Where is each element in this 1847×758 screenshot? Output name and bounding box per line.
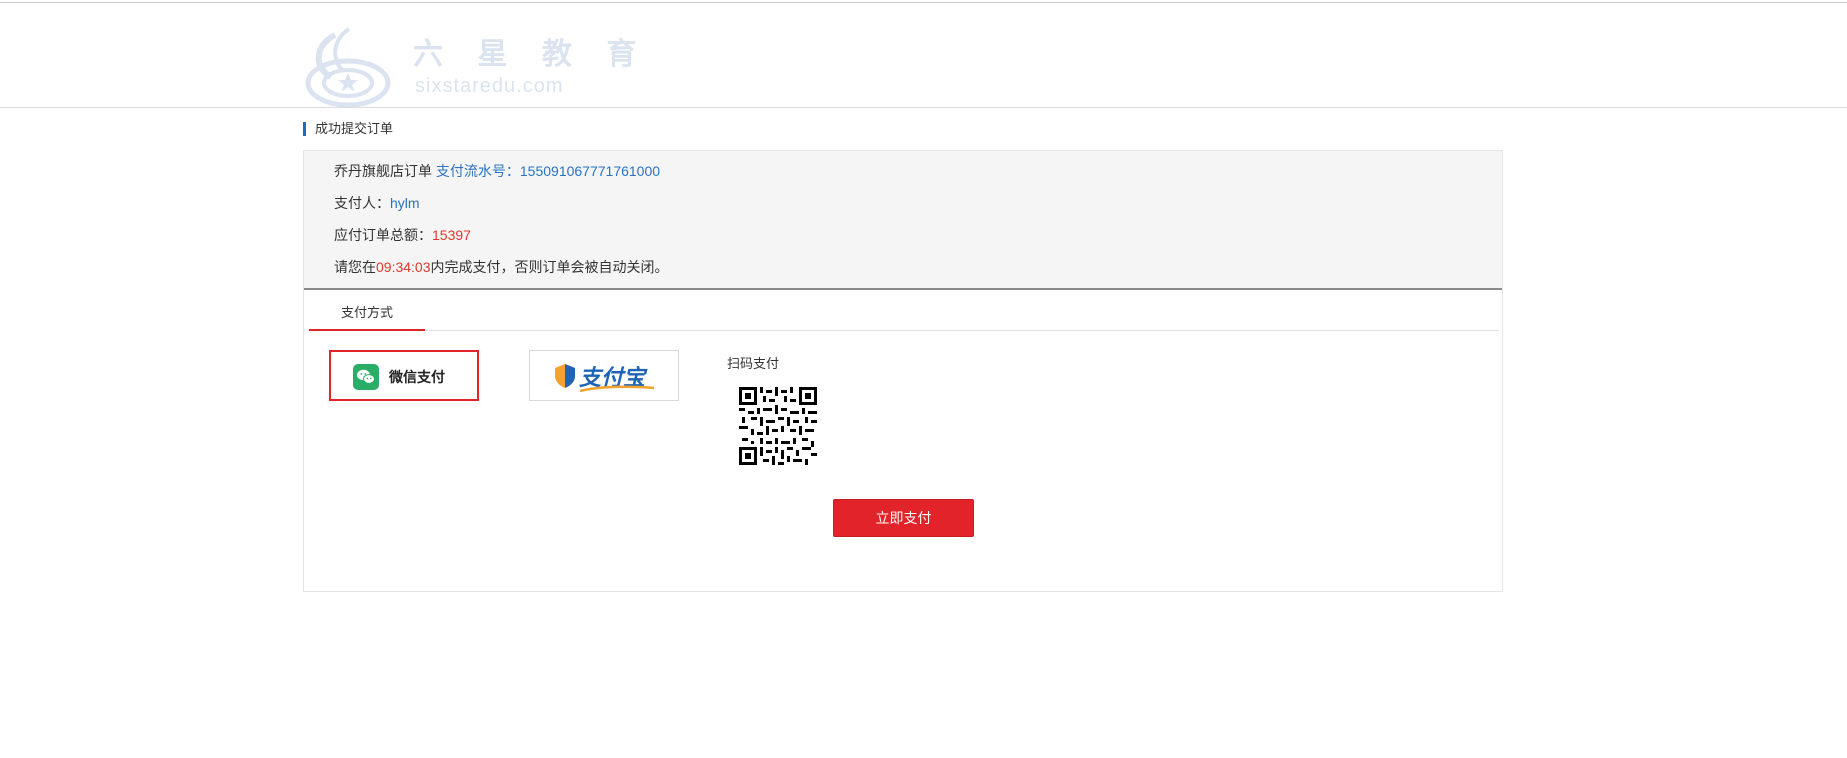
order-info-panel: 乔丹旗舰店订单 支付流水号：155091067771761000 支付人：hyl…	[304, 151, 1502, 290]
payer-value: hylm	[390, 195, 420, 211]
alipay-option[interactable]: 支付宝	[529, 350, 679, 401]
qr-pay-label: 扫码支付	[727, 356, 780, 371]
payer-line: 支付人：hylm	[334, 193, 420, 213]
pay-now-button[interactable]: 立即支付	[833, 499, 974, 537]
countdown-line: 请您在09:34:03内完成支付，否则订单会被自动关闭。	[334, 257, 669, 277]
shop-order-label: 乔丹旗舰店订单	[334, 163, 432, 179]
order-serial-line: 乔丹旗舰店订单 支付流水号：155091067771761000	[334, 161, 660, 181]
alipay-swoosh	[580, 385, 654, 393]
wechat-icon	[353, 364, 379, 390]
site-header: 六 星 教 育 sixstaredu.com	[0, 3, 1847, 108]
countdown-prefix: 请您在	[334, 259, 376, 275]
wechat-pay-label: 微信支付	[389, 369, 445, 385]
total-value: 15397	[432, 227, 471, 243]
serial-value: 155091067771761000	[519, 163, 661, 179]
total-label: 应付订单总额：	[334, 227, 432, 243]
wechat-pay-option[interactable]: 微信支付	[329, 350, 479, 401]
logo-name: 六 星 教 育	[413, 37, 649, 72]
site-logo[interactable]: 六 星 教 育 sixstaredu.com	[305, 25, 636, 107]
qr-code-icon	[739, 387, 817, 465]
total-line: 应付订单总额：15397	[334, 225, 471, 245]
countdown-timer: 09:34:03	[376, 259, 431, 275]
order-card: 乔丹旗舰店订单 支付流水号：155091067771761000 支付人：hyl…	[303, 150, 1503, 592]
countdown-suffix: 内完成支付，否则订单会被自动关闭。	[430, 259, 669, 275]
payment-tabs: 支付方式	[309, 301, 1499, 331]
logo-domain: sixstaredu.com	[415, 75, 564, 97]
alipay-shield-icon	[554, 363, 576, 389]
page-title: 成功提交订单	[303, 121, 393, 137]
tab-payment-method[interactable]: 支付方式	[309, 301, 425, 331]
serial-label: 支付流水号：	[435, 163, 520, 179]
payer-label: 支付人：	[334, 195, 390, 211]
logo-emblem-icon	[305, 27, 391, 107]
